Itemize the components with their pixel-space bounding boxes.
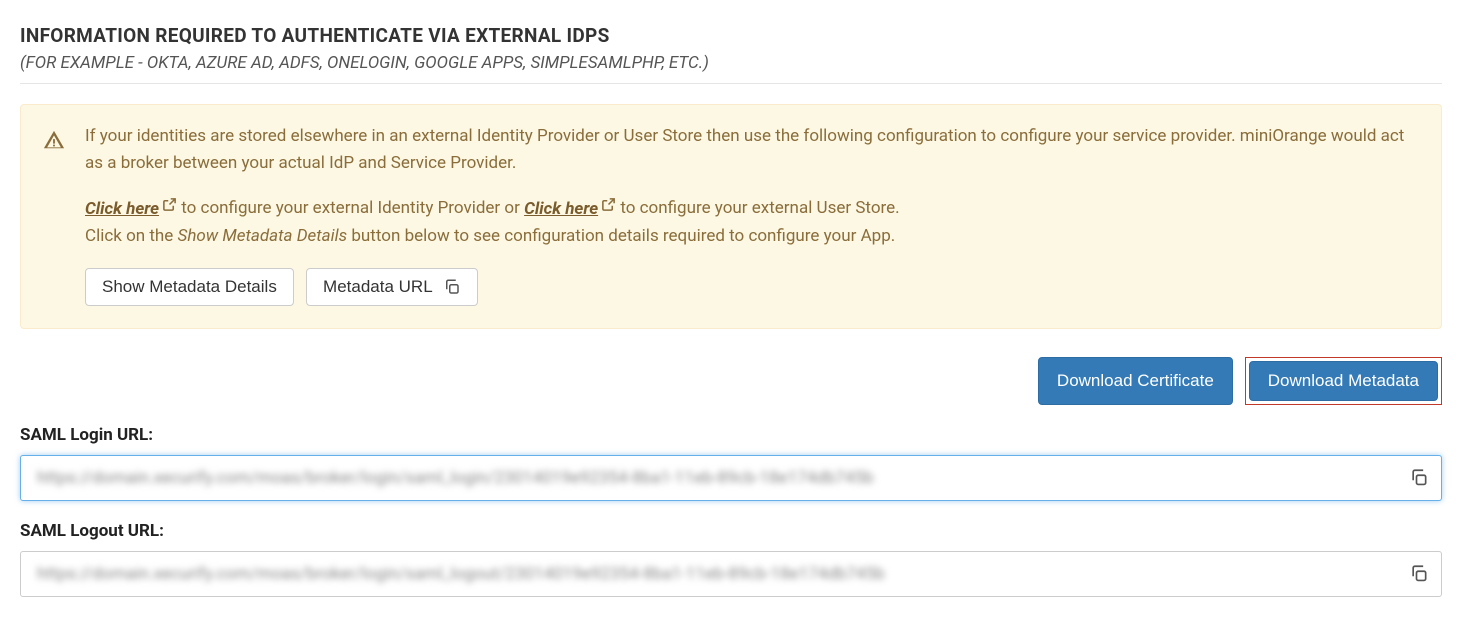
saml-login-label: SAML Login URL:: [20, 425, 1442, 445]
saml-login-value: https://domain.xecurify.com/moas/broker/…: [37, 468, 874, 488]
copy-icon: [1409, 468, 1429, 488]
saml-logout-field[interactable]: https://domain.xecurify.com/moas/broker/…: [20, 551, 1442, 597]
info-text: to configure your external Identity Prov…: [177, 199, 524, 219]
info-alert: If your identities are stored elsewhere …: [20, 104, 1442, 329]
link-text: Click here: [85, 199, 159, 219]
section-title: INFORMATION REQUIRED TO AUTHENTICATE VIA…: [20, 24, 1442, 47]
saml-logout-label: SAML Logout URL:: [20, 521, 1442, 541]
metadata-url-button[interactable]: Metadata URL: [306, 268, 478, 306]
info-text: Click on the: [85, 226, 178, 246]
section-subtitle: (FOR EXAMPLE - OKTA, AZURE AD, ADFS, ONE…: [20, 53, 1442, 73]
link-text: Click here: [524, 199, 598, 219]
button-label: Metadata URL: [323, 277, 433, 297]
configure-userstore-link[interactable]: Click here: [524, 199, 616, 219]
divider: [20, 83, 1442, 84]
configure-idp-link[interactable]: Click here: [85, 199, 177, 219]
saml-login-field[interactable]: https://domain.xecurify.com/moas/broker/…: [20, 455, 1442, 501]
info-paragraph-1: If your identities are stored elsewhere …: [85, 123, 1419, 177]
copy-icon: [443, 277, 461, 297]
warning-icon: [43, 129, 65, 306]
copy-login-button[interactable]: [1409, 468, 1429, 489]
external-link-icon: [162, 191, 177, 218]
info-text: to configure your external User Store.: [616, 199, 900, 219]
copy-icon: [1409, 564, 1429, 584]
download-metadata-button[interactable]: Download Metadata: [1249, 361, 1438, 401]
saml-logout-value: https://domain.xecurify.com/moas/broker/…: [37, 564, 885, 584]
info-text: button below to see configuration detail…: [347, 226, 895, 246]
copy-logout-button[interactable]: [1409, 564, 1429, 585]
info-emphasis: Show Metadata Details: [178, 226, 348, 246]
external-link-icon: [601, 191, 616, 218]
show-metadata-button[interactable]: Show Metadata Details: [85, 268, 294, 306]
highlight-download-metadata: Download Metadata: [1245, 357, 1442, 405]
download-certificate-button[interactable]: Download Certificate: [1038, 357, 1233, 405]
